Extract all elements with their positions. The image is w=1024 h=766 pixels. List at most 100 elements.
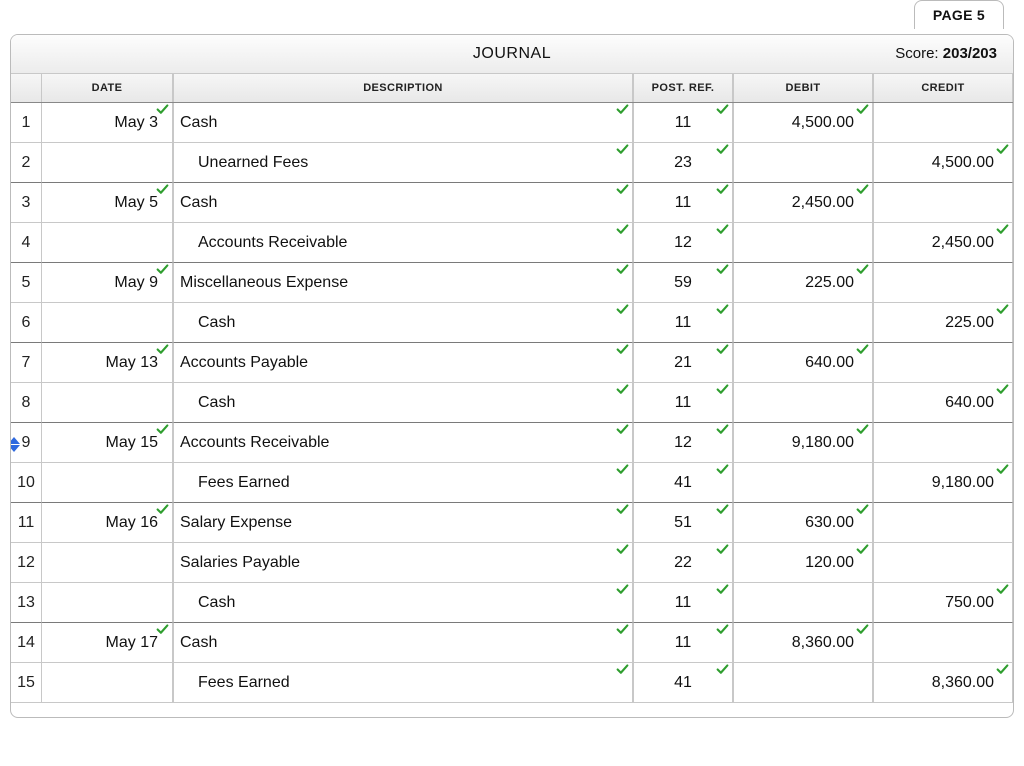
- cell-credit[interactable]: [873, 623, 1013, 663]
- cell-date[interactable]: [41, 663, 173, 703]
- cell-credit[interactable]: [873, 103, 1013, 143]
- cell-postref[interactable]: 11: [633, 383, 733, 423]
- cell-debit[interactable]: [733, 583, 873, 623]
- cell-credit[interactable]: 225.00: [873, 303, 1013, 343]
- row-number[interactable]: 2: [11, 143, 41, 183]
- cell-debit[interactable]: 9,180.00: [733, 423, 873, 463]
- cell-postref[interactable]: 23: [633, 143, 733, 183]
- cell-date[interactable]: May 17: [41, 623, 173, 663]
- cell-debit[interactable]: [733, 223, 873, 263]
- cell-date[interactable]: [41, 383, 173, 423]
- cell-postref[interactable]: 59: [633, 263, 733, 303]
- cell-credit[interactable]: [873, 263, 1013, 303]
- row-sort-handle[interactable]: [10, 437, 21, 452]
- table-row: 1May 3Cash114,500.00: [11, 103, 1013, 143]
- cell-date[interactable]: May 3: [41, 103, 173, 143]
- cell-credit[interactable]: [873, 423, 1013, 463]
- cell-debit[interactable]: 225.00: [733, 263, 873, 303]
- cell-description[interactable]: Cash: [173, 583, 633, 623]
- row-number[interactable]: 8: [11, 383, 41, 423]
- cell-description[interactable]: Accounts Payable: [173, 343, 633, 383]
- col-header-date[interactable]: DATE: [41, 74, 173, 102]
- cell-date[interactable]: [41, 463, 173, 503]
- row-number[interactable]: 3: [11, 183, 41, 223]
- cell-credit[interactable]: [873, 543, 1013, 583]
- cell-description[interactable]: Accounts Receivable: [173, 223, 633, 263]
- cell-debit[interactable]: 640.00: [733, 343, 873, 383]
- cell-debit[interactable]: 2,450.00: [733, 183, 873, 223]
- col-header-description[interactable]: DESCRIPTION: [173, 74, 633, 102]
- row-number[interactable]: 1: [11, 103, 41, 143]
- cell-credit[interactable]: [873, 503, 1013, 543]
- cell-postref[interactable]: 41: [633, 463, 733, 503]
- cell-postref[interactable]: 11: [633, 103, 733, 143]
- cell-postref[interactable]: 11: [633, 303, 733, 343]
- cell-debit[interactable]: 4,500.00: [733, 103, 873, 143]
- row-number[interactable]: 4: [11, 223, 41, 263]
- row-number[interactable]: 12: [11, 543, 41, 583]
- col-header-credit[interactable]: CREDIT: [873, 74, 1013, 102]
- cell-date[interactable]: [41, 143, 173, 183]
- cell-debit[interactable]: 8,360.00: [733, 623, 873, 663]
- check-icon: [616, 503, 630, 517]
- cell-postref[interactable]: 11: [633, 583, 733, 623]
- row-number[interactable]: 7: [11, 343, 41, 383]
- row-number[interactable]: 5: [11, 263, 41, 303]
- col-header-postref[interactable]: POST. REF.: [633, 74, 733, 102]
- cell-debit[interactable]: 120.00: [733, 543, 873, 583]
- cell-date[interactable]: May 16: [41, 503, 173, 543]
- cell-date[interactable]: May 5: [41, 183, 173, 223]
- cell-debit[interactable]: [733, 663, 873, 703]
- cell-credit[interactable]: 750.00: [873, 583, 1013, 623]
- cell-date[interactable]: [41, 543, 173, 583]
- cell-credit[interactable]: 9,180.00: [873, 463, 1013, 503]
- cell-description[interactable]: Salaries Payable: [173, 543, 633, 583]
- cell-date[interactable]: [41, 223, 173, 263]
- cell-date[interactable]: May 9: [41, 263, 173, 303]
- cell-debit[interactable]: [733, 303, 873, 343]
- cell-description[interactable]: Salary Expense: [173, 503, 633, 543]
- cell-description[interactable]: Cash: [173, 303, 633, 343]
- cell-date[interactable]: May 13: [41, 343, 173, 383]
- row-number[interactable]: 13: [11, 583, 41, 623]
- check-icon: [716, 143, 730, 157]
- cell-date[interactable]: [41, 303, 173, 343]
- cell-credit[interactable]: 8,360.00: [873, 663, 1013, 703]
- cell-postref[interactable]: 41: [633, 663, 733, 703]
- cell-debit[interactable]: 630.00: [733, 503, 873, 543]
- cell-debit[interactable]: [733, 383, 873, 423]
- cell-description[interactable]: Cash: [173, 183, 633, 223]
- row-number[interactable]: 11: [11, 503, 41, 543]
- cell-postref[interactable]: 22: [633, 543, 733, 583]
- cell-credit[interactable]: [873, 183, 1013, 223]
- cell-postref[interactable]: 12: [633, 423, 733, 463]
- cell-description[interactable]: Cash: [173, 623, 633, 663]
- row-number[interactable]: 15: [11, 663, 41, 703]
- cell-description[interactable]: Miscellaneous Expense: [173, 263, 633, 303]
- cell-description[interactable]: Unearned Fees: [173, 143, 633, 183]
- cell-date[interactable]: [41, 583, 173, 623]
- cell-description[interactable]: Fees Earned: [173, 663, 633, 703]
- cell-description[interactable]: Cash: [173, 103, 633, 143]
- cell-credit[interactable]: 2,450.00: [873, 223, 1013, 263]
- cell-postref[interactable]: 11: [633, 183, 733, 223]
- cell-description[interactable]: Accounts Receivable: [173, 423, 633, 463]
- cell-credit[interactable]: 640.00: [873, 383, 1013, 423]
- cell-description[interactable]: Fees Earned: [173, 463, 633, 503]
- cell-credit[interactable]: 4,500.00: [873, 143, 1013, 183]
- cell-credit[interactable]: [873, 343, 1013, 383]
- check-icon: [716, 663, 730, 677]
- row-number[interactable]: 14: [11, 623, 41, 663]
- cell-debit[interactable]: [733, 143, 873, 183]
- cell-postref[interactable]: 21: [633, 343, 733, 383]
- cell-debit[interactable]: [733, 463, 873, 503]
- row-number[interactable]: 10: [11, 463, 41, 503]
- page-tab[interactable]: PAGE 5: [914, 0, 1004, 29]
- row-number[interactable]: 6: [11, 303, 41, 343]
- col-header-debit[interactable]: DEBIT: [733, 74, 873, 102]
- cell-postref[interactable]: 11: [633, 623, 733, 663]
- cell-description[interactable]: Cash: [173, 383, 633, 423]
- cell-date[interactable]: May 15: [41, 423, 173, 463]
- cell-postref[interactable]: 12: [633, 223, 733, 263]
- cell-postref[interactable]: 51: [633, 503, 733, 543]
